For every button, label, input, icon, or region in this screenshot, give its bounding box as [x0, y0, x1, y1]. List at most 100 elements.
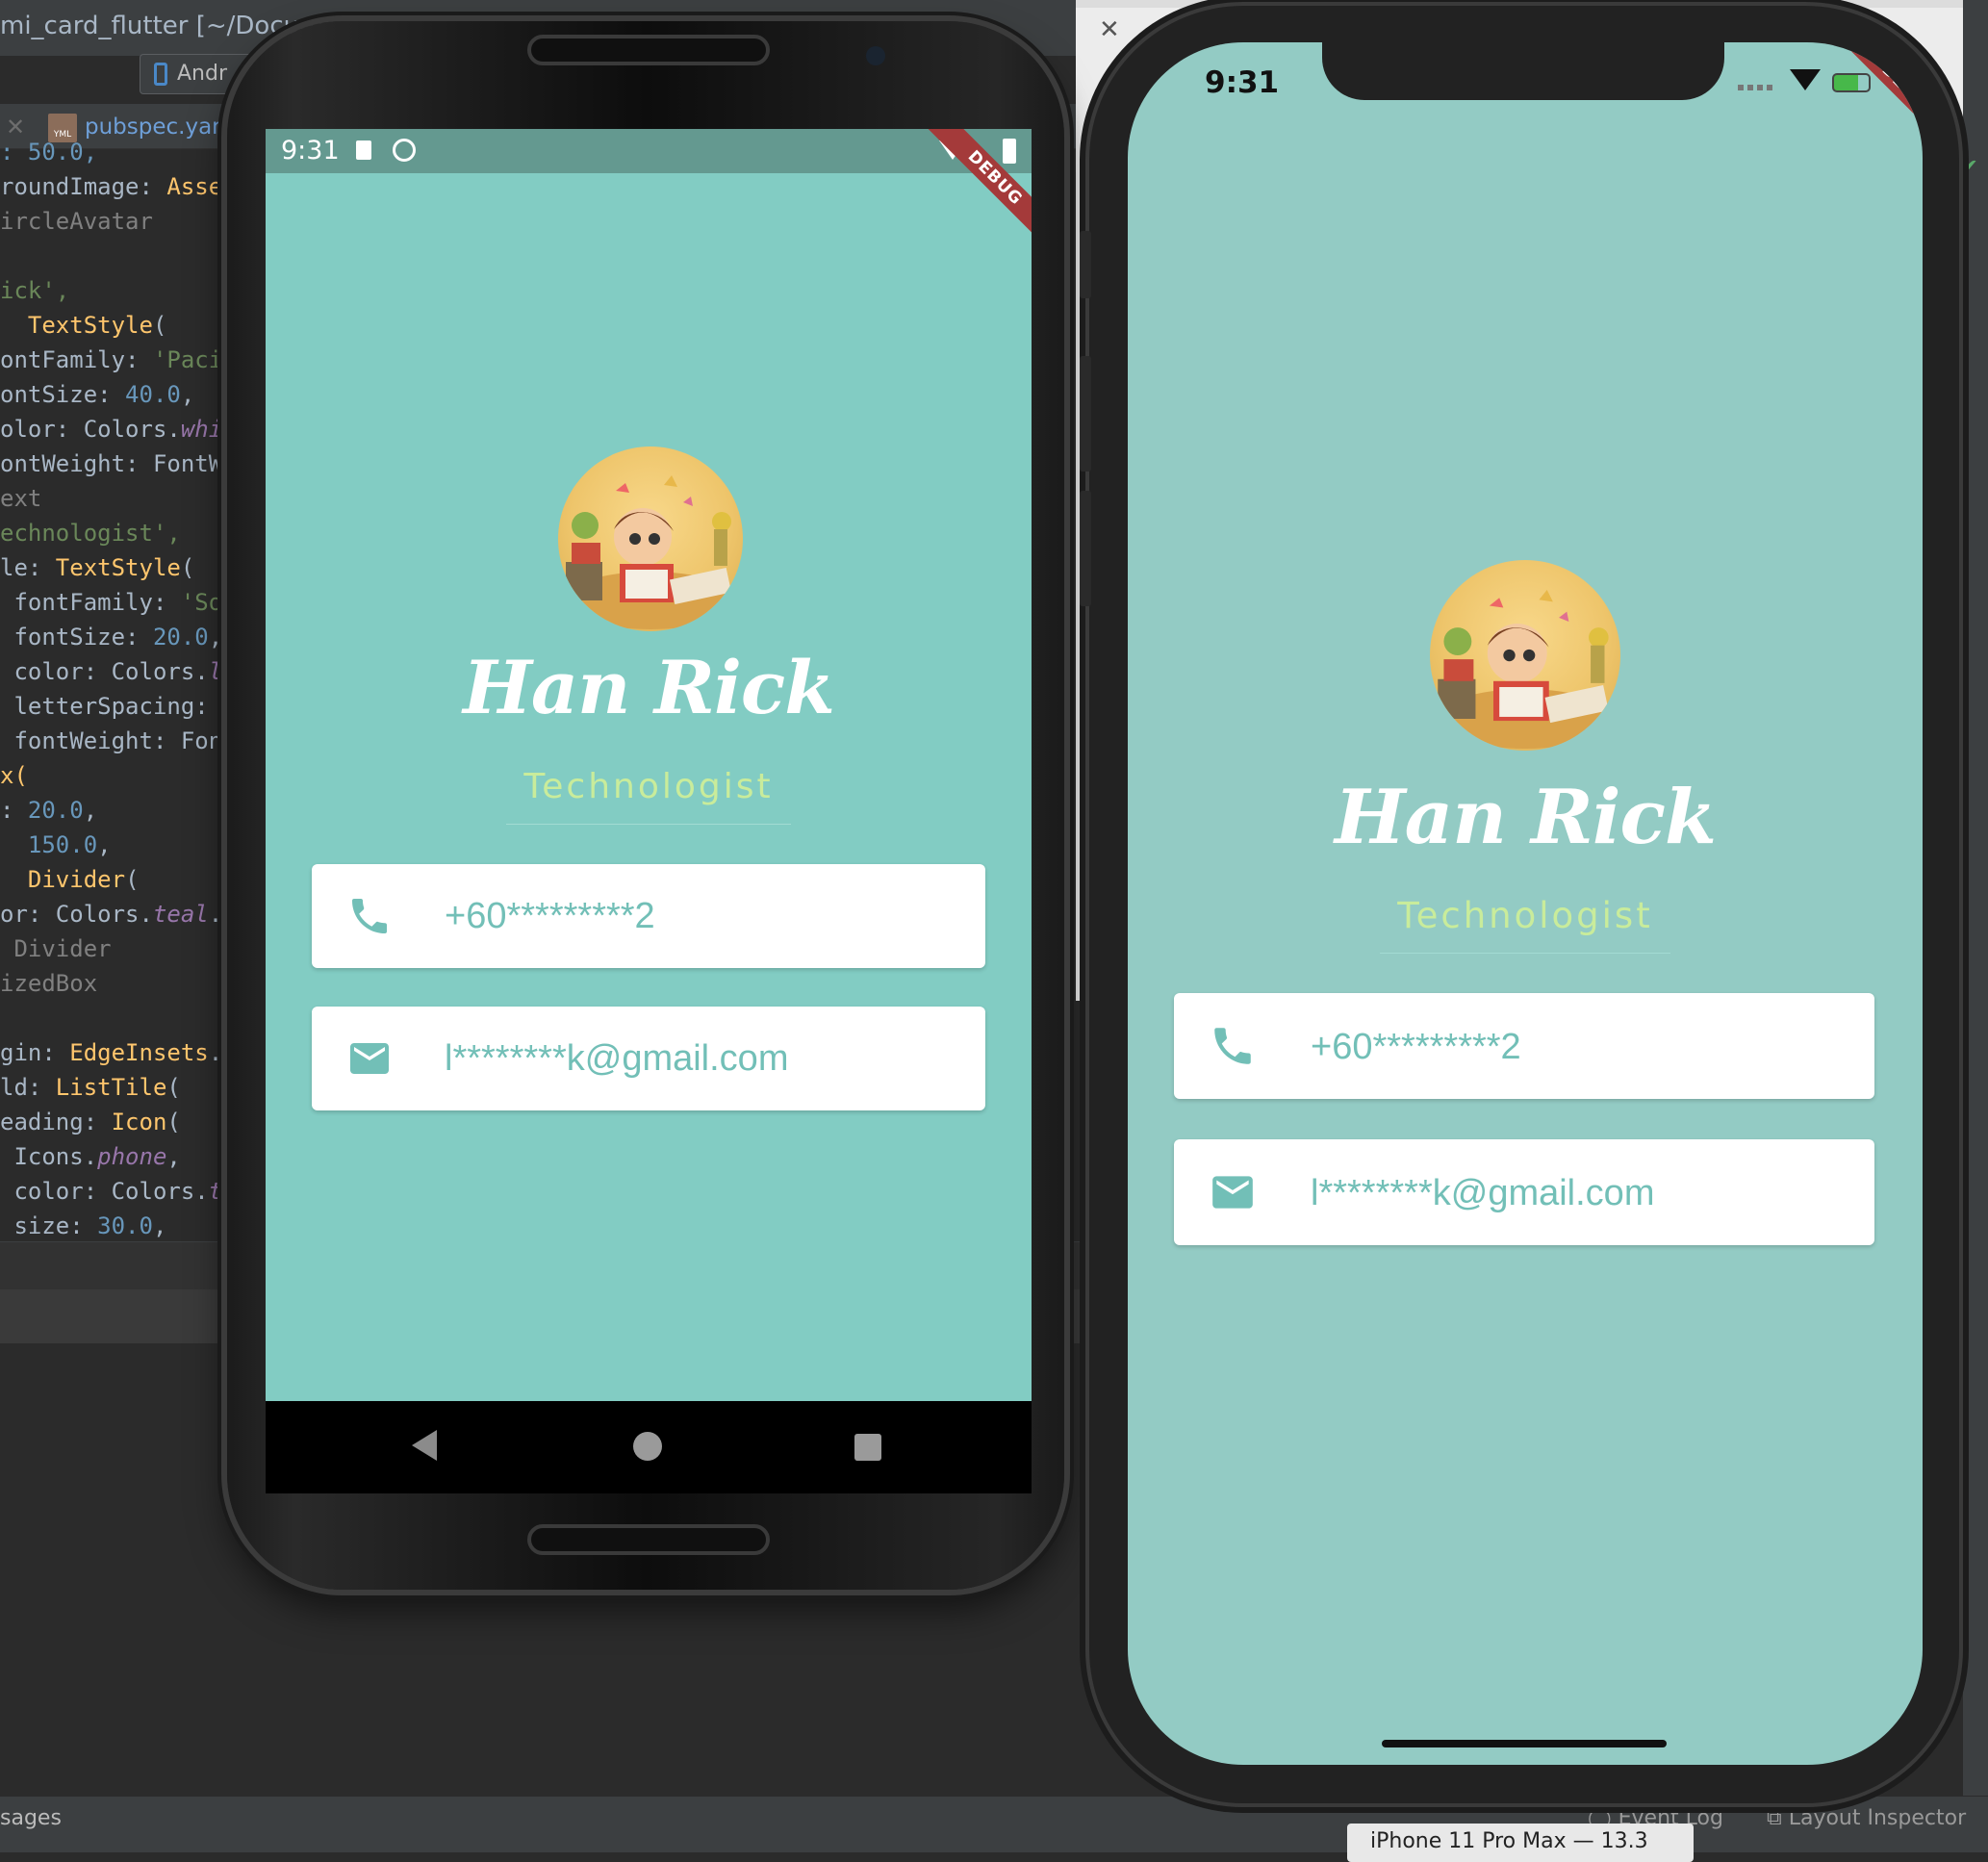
code-token: 30.0	[97, 1212, 153, 1239]
code-token: eading:	[0, 1109, 112, 1135]
code-line[interactable]: letterSpacing: 2.	[0, 689, 241, 724]
code-line[interactable]: Icons.phone,	[0, 1139, 241, 1174]
code-token: ircleAvatar	[0, 208, 153, 235]
code-token: Divider	[27, 866, 126, 893]
code-line[interactable]: izedBox	[0, 966, 241, 1001]
code-token: TextStyle	[27, 312, 153, 339]
code-line[interactable]: : 20.0,	[0, 793, 241, 828]
email-icon	[350, 1043, 389, 1074]
home-indicator[interactable]	[1382, 1740, 1667, 1747]
code-line[interactable]: ext	[0, 481, 241, 516]
code-line[interactable]: color: Colors.tea	[0, 1174, 241, 1209]
code-line[interactable]: eading: Icon(	[0, 1105, 241, 1139]
ios-avatar	[1430, 560, 1620, 751]
phone-number: +60*********2	[445, 896, 655, 936]
code-token: color: Colors.	[0, 658, 209, 685]
code-token: 20.0	[27, 797, 84, 824]
code-line[interactable]	[0, 1001, 241, 1035]
code-editor[interactable]: : 50.0, roundImage: AssetI ircleAvatar ick'…	[0, 135, 241, 1241]
code-token: ,	[97, 831, 112, 858]
ios-phone-card[interactable]: +60*********2	[1174, 993, 1874, 1099]
android-earpiece	[527, 35, 770, 65]
code-token: 150.0	[27, 831, 98, 858]
phone-icon	[352, 899, 387, 933]
sd-card-icon	[356, 140, 371, 160]
back-icon[interactable]	[412, 1430, 437, 1461]
code-line[interactable]: or: Colors.teal.sh	[0, 897, 241, 931]
code-token: fontWeight: FontW	[0, 727, 241, 754]
phone-card[interactable]: +60*********2	[312, 864, 985, 968]
ide-right-strip	[1963, 0, 1988, 1796]
code-line[interactable]: ontFamily: 'Pacifi	[0, 343, 241, 377]
sync-icon	[393, 139, 416, 162]
code-line[interactable]	[0, 239, 241, 273]
code-line[interactable]: fontFamily: 'Sour	[0, 585, 241, 620]
code-token: olor: Colors.	[0, 416, 181, 443]
avatar-illustration	[564, 475, 737, 629]
recent-apps-icon[interactable]	[854, 1434, 881, 1461]
code-line[interactable]: gin: EdgeInsets.sy	[0, 1035, 241, 1070]
device-button-label: Andr	[177, 62, 228, 86]
code-line[interactable]: ontSize: 40.0,	[0, 377, 241, 412]
layout-inspector-icon: ⧉	[1767, 1806, 1782, 1830]
ios-email-address: l********k@gmail.com	[1311, 1173, 1655, 1213]
code-line[interactable]: olor: Colors.white	[0, 412, 241, 446]
code-line[interactable]: fontWeight: FontW	[0, 724, 241, 758]
simulator-close-icon[interactable]: ✕	[1099, 15, 1120, 44]
code-token: echnologist',	[0, 520, 181, 547]
code-line[interactable]: ld: ListTile(	[0, 1070, 241, 1105]
layout-inspector-label: Layout Inspector	[1788, 1806, 1967, 1830]
code-token: letterSpacing:	[0, 693, 223, 720]
layout-inspector-button[interactable]: ⧉ Layout Inspector	[1767, 1799, 1966, 1838]
messages-tab[interactable]: sages	[0, 1799, 62, 1838]
code-token: ontSize:	[0, 381, 126, 408]
ios-screen: 9:31 DEBUG Han Rick Technologist +60****…	[1128, 42, 1923, 1765]
code-token: (	[152, 312, 167, 339]
code-line[interactable]: : 50.0,	[0, 135, 241, 169]
profile-divider	[506, 824, 791, 825]
code-token: EdgeInsets	[69, 1039, 209, 1066]
iphone-volume-down	[1080, 491, 1091, 606]
ios-phone-number: +60*********2	[1311, 1027, 1521, 1067]
code-line[interactable]: echnologist',	[0, 516, 241, 550]
code-token: ld:	[0, 1074, 56, 1101]
code-token: fontFamily:	[0, 589, 181, 616]
code-line[interactable]: roundImage: AssetI	[0, 169, 241, 204]
code-line[interactable]: size: 30.0,	[0, 1209, 241, 1241]
code-token: x(	[0, 762, 28, 789]
code-token: (	[180, 554, 195, 581]
android-screen: 9:31 DEBUG Han Rick Technologist +60****…	[266, 129, 1032, 1401]
profile-name: Han Rick	[463, 645, 835, 730]
code-token: ,	[152, 1212, 167, 1239]
code-line[interactable]: TextStyle(	[0, 308, 241, 343]
code-token: le:	[0, 554, 56, 581]
code-line[interactable]: fontSize: 20.0,	[0, 620, 241, 654]
home-icon[interactable]	[633, 1432, 662, 1461]
profile-title: Technologist	[523, 767, 774, 806]
code-line[interactable]: Divider(	[0, 862, 241, 897]
code-line[interactable]: color: Colors.lig	[0, 654, 241, 689]
code-line[interactable]: ircleAvatar	[0, 204, 241, 239]
code-line[interactable]: ick',	[0, 273, 241, 308]
code-token: Divider	[0, 935, 112, 962]
code-line[interactable]: x(	[0, 758, 241, 793]
simulator-device-selector[interactable]: iPhone 11 Pro Max — 13.3	[1347, 1824, 1694, 1862]
code-token: gin:	[0, 1039, 70, 1066]
code-token: 40.0	[125, 381, 181, 408]
code-line[interactable]: Divider	[0, 931, 241, 966]
code-token: Icons.	[0, 1143, 98, 1170]
email-card[interactable]: l********k@gmail.com	[312, 1007, 985, 1110]
code-token: (	[166, 1074, 181, 1101]
ios-email-card[interactable]: l********k@gmail.com	[1174, 1139, 1874, 1245]
code-token: ontWeight: FontWei	[0, 450, 241, 477]
window-title: mi_card_flutter [~/Docum	[0, 12, 324, 40]
code-token: fontSize:	[0, 624, 153, 650]
code-line[interactable]: 150.0,	[0, 828, 241, 862]
code-line[interactable]: le: TextStyle(	[0, 550, 241, 585]
code-token: 20.0	[152, 624, 209, 650]
code-line[interactable]: ontWeight: FontWei	[0, 446, 241, 481]
code-token: ListTile	[55, 1074, 167, 1101]
